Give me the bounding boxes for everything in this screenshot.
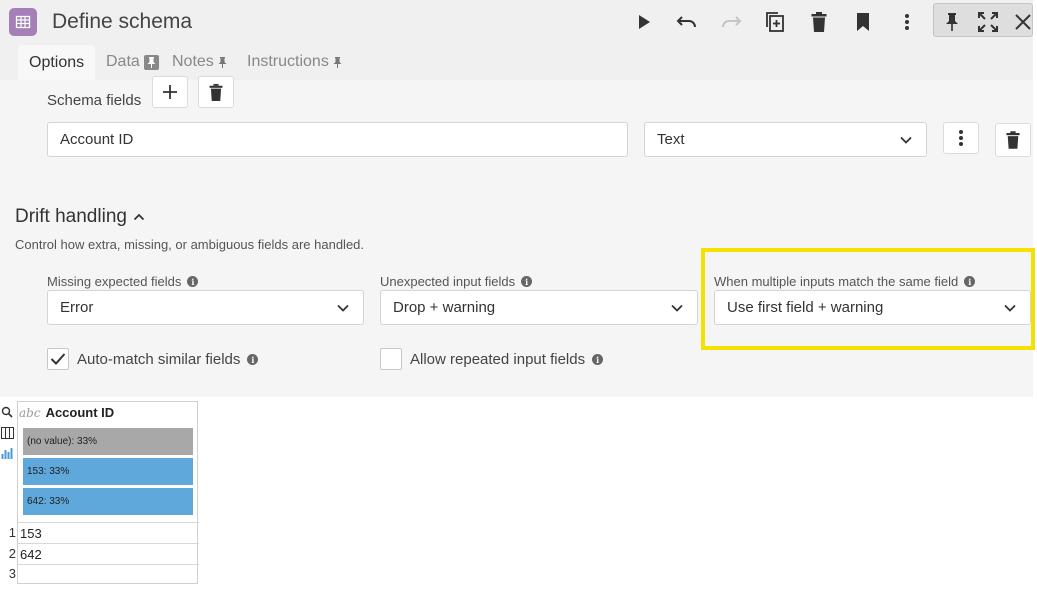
app-icon (9, 8, 37, 36)
data-preview-grid: abc Account ID (no value): 33% 153: 33% … (17, 401, 199, 584)
table-cell: 153 (20, 526, 42, 541)
value-bar[interactable]: 153: 33% (23, 458, 193, 485)
tab-options[interactable]: Options (18, 45, 96, 80)
pin-badge-icon (143, 54, 159, 70)
bookmark-button[interactable] (849, 8, 877, 36)
info-icon[interactable]: i (247, 354, 259, 365)
tab-label: Data (106, 53, 140, 70)
table-icon (15, 15, 31, 29)
tab-label: Notes (172, 53, 214, 70)
value-bar[interactable]: 642: 33% (23, 488, 193, 515)
missing-fields-label: Missing expected fields i (47, 274, 199, 289)
unexpected-fields-select[interactable]: Drop + warning (380, 290, 698, 325)
tab-label: Options (29, 53, 85, 71)
bar-label: 642: 33% (27, 496, 70, 507)
delete-fields-button[interactable] (198, 76, 234, 108)
label-text: Allow repeated input fields (410, 351, 586, 368)
chevron-down-icon (900, 136, 912, 144)
play-icon (639, 15, 650, 29)
auto-match-checkbox[interactable] (47, 348, 69, 370)
delete-icon (1006, 131, 1020, 149)
section-title: Drift handling (15, 206, 127, 227)
bookmark-icon (857, 13, 869, 31)
info-icon[interactable]: i (521, 276, 533, 287)
drift-handling-toggle[interactable]: Drift handling (15, 206, 145, 228)
unexpected-fields-label: Unexpected input fields i (380, 274, 533, 289)
chevron-down-icon (337, 304, 349, 312)
close-button[interactable] (1009, 8, 1037, 36)
run-button[interactable] (630, 8, 658, 36)
chevron-up-icon (133, 213, 145, 221)
checkmark-icon (50, 353, 66, 365)
search-button[interactable] (0, 405, 14, 419)
row-number: 1 (8, 525, 16, 540)
select-value: Drop + warning (393, 299, 496, 316)
tab-notes[interactable]: Notes (172, 53, 227, 71)
column-name: Account ID (45, 405, 115, 420)
divider (18, 564, 199, 565)
column-header[interactable]: abc Account ID (19, 405, 114, 420)
columns-icon (0, 427, 14, 439)
more-vertical-icon (959, 130, 963, 146)
chevron-down-icon (671, 304, 683, 312)
pin-icon (333, 56, 342, 68)
tab-instructions[interactable]: Instructions (247, 53, 342, 71)
label-text: Unexpected input fields (380, 274, 516, 289)
section-description: Control how extra, missing, or ambiguous… (15, 237, 365, 252)
more-vertical-icon (905, 14, 909, 30)
bar-label: (no value): 33% (27, 436, 98, 447)
field-type-value: Text (657, 131, 685, 148)
label-text: Missing expected fields (47, 274, 182, 289)
undo-icon (676, 16, 696, 28)
duplicate-icon (766, 12, 784, 32)
highlight-box (701, 248, 1035, 350)
delete-icon (209, 83, 223, 101)
text-type-icon: abc (19, 405, 41, 420)
tab-label: Instructions (247, 53, 329, 70)
close-icon (1015, 14, 1031, 30)
row-number: 2 (8, 546, 16, 561)
redo-button[interactable] (717, 8, 745, 36)
redo-icon (722, 16, 742, 28)
bar-label: 153: 33% (27, 466, 70, 477)
field-name-value: Account ID (60, 131, 134, 148)
undo-button[interactable] (673, 8, 701, 36)
field-more-button[interactable] (943, 122, 979, 154)
field-name-input[interactable]: Account ID (47, 122, 628, 157)
field-type-select[interactable]: Text (644, 122, 927, 157)
auto-match-label: Auto-match similar fields i (77, 351, 259, 368)
select-value: Error (60, 299, 94, 316)
allow-repeated-checkbox[interactable] (380, 348, 402, 370)
pin-icon (946, 13, 958, 31)
page-title: Define schema (52, 10, 193, 33)
expand-icon (978, 12, 998, 32)
field-delete-button[interactable] (995, 123, 1031, 157)
expand-button[interactable] (974, 8, 1002, 36)
add-field-button[interactable] (152, 76, 188, 108)
delete-button[interactable] (805, 8, 833, 36)
divider (18, 543, 199, 544)
info-icon[interactable]: i (187, 276, 199, 287)
label-text: Auto-match similar fields (77, 351, 241, 368)
pin-button[interactable] (938, 8, 966, 36)
info-icon[interactable]: i (592, 354, 604, 365)
more-options-button[interactable] (893, 8, 921, 36)
divider (18, 522, 199, 523)
row-number: 3 (8, 566, 16, 581)
columns-button[interactable] (0, 426, 14, 440)
plus-icon (163, 85, 177, 99)
schema-fields-label: Schema fields (47, 92, 142, 109)
stats-button[interactable] (0, 446, 14, 460)
value-bar[interactable]: (no value): 33% (23, 428, 193, 455)
duplicate-button[interactable] (761, 8, 789, 36)
table-cell: 642 (20, 547, 42, 562)
search-icon (1, 406, 13, 418)
pin-icon (218, 56, 227, 68)
tab-data[interactable]: Data (106, 53, 159, 71)
bar-chart-icon (1, 447, 13, 459)
allow-repeated-label: Allow repeated input fields i (410, 351, 604, 368)
missing-fields-select[interactable]: Error (47, 290, 364, 325)
delete-icon (811, 12, 827, 32)
